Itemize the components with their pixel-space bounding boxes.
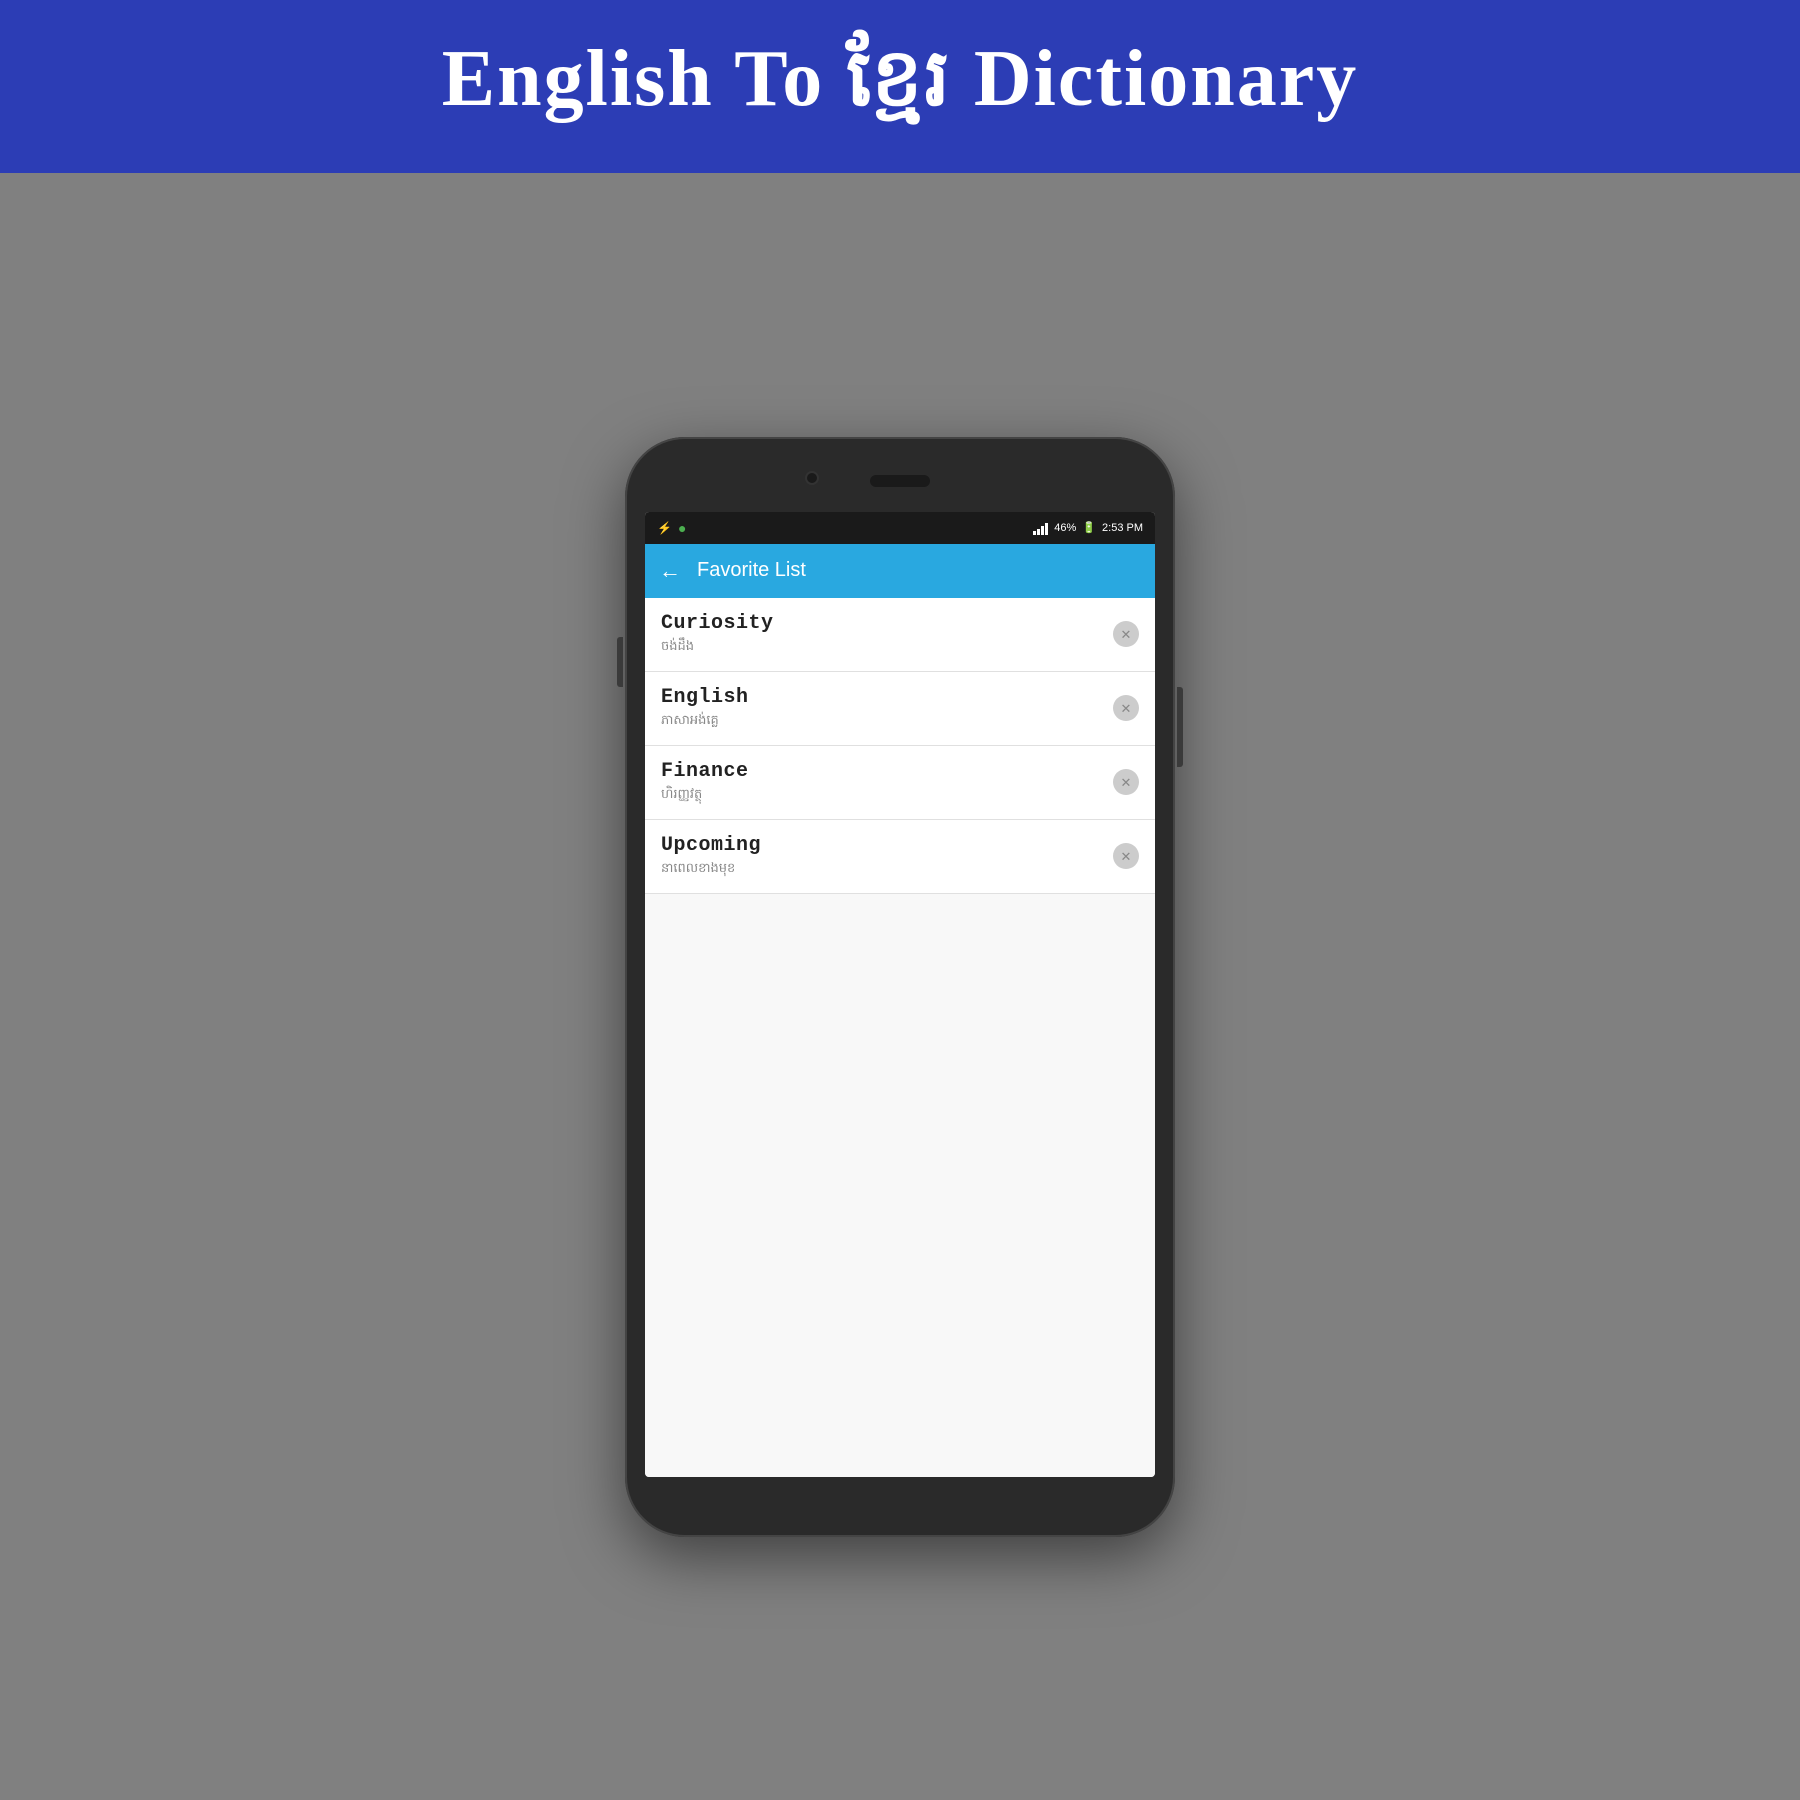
list-item-text: Curiosity ចង់ដឹង [661,612,774,657]
phone-volume-button [617,637,623,687]
main-area: ⚡ ● 46% 🔋 2:53 PM ← [0,173,1800,1800]
back-button[interactable]: ← [659,558,681,584]
battery-text: 46% [1054,522,1076,534]
remove-button[interactable] [1113,769,1139,795]
signal-bar-3 [1041,526,1044,535]
banner-title-part1: English To [442,35,847,123]
remove-button[interactable] [1113,621,1139,647]
banner-title-part2: Dictionary [952,35,1358,123]
list-item[interactable]: Upcoming នាពេលខាងមុខ [645,820,1155,894]
remove-button[interactable] [1113,695,1139,721]
list-item-english: Finance [661,760,749,783]
signal-bar-2 [1037,529,1040,535]
list-item[interactable]: Curiosity ចង់ដឹង [645,598,1155,672]
phone-power-button [1177,687,1183,767]
remove-button[interactable] [1113,843,1139,869]
signal-bar-1 [1033,531,1036,535]
signal-bar-4 [1045,523,1048,535]
banner-title: English To ខ្មែរ Dictionary [442,28,1358,145]
list-item[interactable]: Finance ហិរញ្ញវត្ថុ [645,746,1155,820]
list-item-english: Curiosity [661,612,774,635]
app-bar-title: Favorite List [697,559,806,582]
banner-title-khmer: ខ្មែរ [846,35,952,123]
phone-speaker [870,475,930,487]
time-text: 2:53 PM [1102,522,1143,534]
list-item-english: Upcoming [661,834,761,857]
status-right-info: 46% 🔋 2:53 PM [1033,521,1143,535]
circle-icon: ● [678,520,686,536]
list-item-english: English [661,686,749,709]
signal-bars [1033,521,1048,535]
phone-top-bar [645,457,1155,512]
list-item[interactable]: English ភាសាអង់គ្លេ [645,672,1155,746]
list-item-text: Upcoming នាពេលខាងមុខ [661,834,761,879]
list-item-khmer: ចង់ដឹង [661,638,774,657]
phone-bottom [645,1477,1155,1517]
list-item-khmer: ហិរញ្ញវត្ថុ [661,786,749,805]
battery-icon: 🔋 [1082,521,1096,534]
phone-device: ⚡ ● 46% 🔋 2:53 PM ← [625,437,1175,1537]
list-item-text: Finance ហិរញ្ញវត្ថុ [661,760,749,805]
usb-icon: ⚡ [657,521,672,535]
status-bar: ⚡ ● 46% 🔋 2:53 PM [645,512,1155,544]
phone-camera [805,471,819,485]
list-item-text: English ភាសាអង់គ្លេ [661,686,749,731]
list-item-khmer: នាពេលខាងមុខ [661,860,761,879]
app-bar: ← Favorite List [645,544,1155,598]
phone-screen: ⚡ ● 46% 🔋 2:53 PM ← [645,512,1155,1477]
top-banner: English To ខ្មែរ Dictionary [0,0,1800,173]
status-left-icons: ⚡ ● [657,520,686,536]
list-item-khmer: ភាសាអង់គ្លេ [661,712,749,731]
favorites-list: Curiosity ចង់ដឹង English ភាសាអង់គ្លេ Fin… [645,598,1155,1477]
